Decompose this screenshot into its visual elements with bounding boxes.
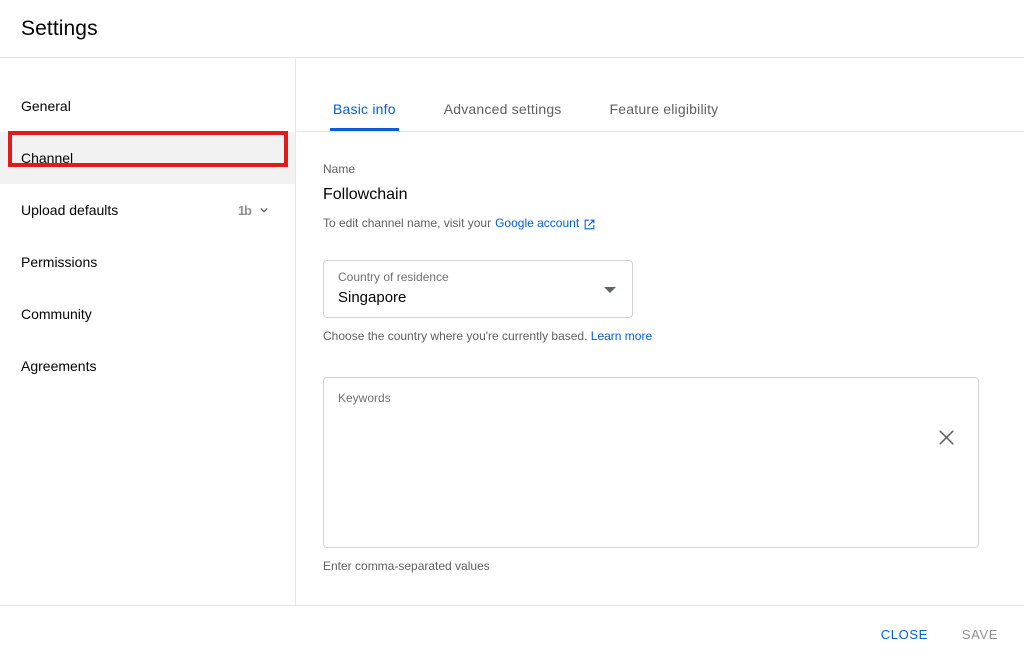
keywords-input[interactable] <box>332 412 944 537</box>
keywords-field[interactable]: Keywords <box>323 377 979 548</box>
name-field-caption: Name <box>323 162 356 176</box>
name-hint-text: To edit channel name, visit your <box>323 216 492 230</box>
country-helper-text: Choose the country where you're currentl… <box>323 328 990 344</box>
sidebar-item-agreements[interactable]: Agreements <box>0 340 295 392</box>
sidebar-item-channel[interactable]: Channel <box>0 132 295 184</box>
country-helper-prefix: Choose the country where you're currentl… <box>323 329 588 343</box>
basic-info-panel: Name Followchain To edit channel name, v… <box>297 132 1024 605</box>
dropdown-caret-icon[interactable] <box>604 287 616 293</box>
keywords-helper-text: Enter comma-separated values <box>323 559 490 573</box>
sidebar-item-label: Channel <box>21 150 74 166</box>
sidebar-item-label: Upload defaults <box>21 202 119 218</box>
upload-defaults-badge-icon: 1b <box>237 202 252 218</box>
settings-content-pane: Basic info Advanced settings Feature eli… <box>297 59 1024 605</box>
country-select-label: Country of residence <box>338 270 449 284</box>
sidebar-item-upload-defaults[interactable]: Upload defaults 1b <box>0 184 295 236</box>
sidebar-item-trailing: 1b <box>238 203 271 217</box>
country-select-value: Singapore <box>338 289 407 306</box>
sidebar-item-label: General <box>21 98 71 114</box>
sidebar-item-permissions[interactable]: Permissions <box>0 236 295 288</box>
sidebar-item-community[interactable]: Community <box>0 288 295 340</box>
tab-feature-eligibility[interactable]: Feature eligibility <box>608 101 721 131</box>
footer-actions: CLOSE SAVE <box>869 619 1010 650</box>
chevron-down-icon[interactable] <box>257 203 271 217</box>
settings-sidebar: General Channel Upload defaults 1b Permi… <box>0 59 296 605</box>
sidebar-item-general[interactable]: General <box>0 80 295 132</box>
sidebar-item-label: Permissions <box>21 254 98 270</box>
dialog-footer: CLOSE SAVE <box>0 605 1024 659</box>
sidebar-item-label: Community <box>21 306 92 322</box>
google-account-link[interactable]: Google account <box>495 215 579 232</box>
learn-more-link[interactable]: Learn more <box>591 329 652 343</box>
tab-advanced-settings[interactable]: Advanced settings <box>442 101 564 131</box>
close-button[interactable]: CLOSE <box>869 619 940 650</box>
channel-name-value: Followchain <box>323 186 408 203</box>
name-hint-row: To edit channel name, visit your Google … <box>323 215 990 232</box>
sidebar-item-label: Agreements <box>21 358 97 374</box>
dialog-header: Settings <box>0 0 1024 58</box>
country-of-residence-select[interactable]: Country of residence Singapore <box>323 260 633 318</box>
external-link-icon[interactable] <box>583 218 596 231</box>
tab-bar: Basic info Advanced settings Feature eli… <box>297 59 1024 132</box>
save-button[interactable]: SAVE <box>950 619 1010 650</box>
tab-basic-info[interactable]: Basic info <box>330 101 399 131</box>
clear-keywords-icon[interactable] <box>937 428 956 447</box>
page-title: Settings <box>21 17 98 40</box>
keywords-field-label: Keywords <box>338 391 391 405</box>
